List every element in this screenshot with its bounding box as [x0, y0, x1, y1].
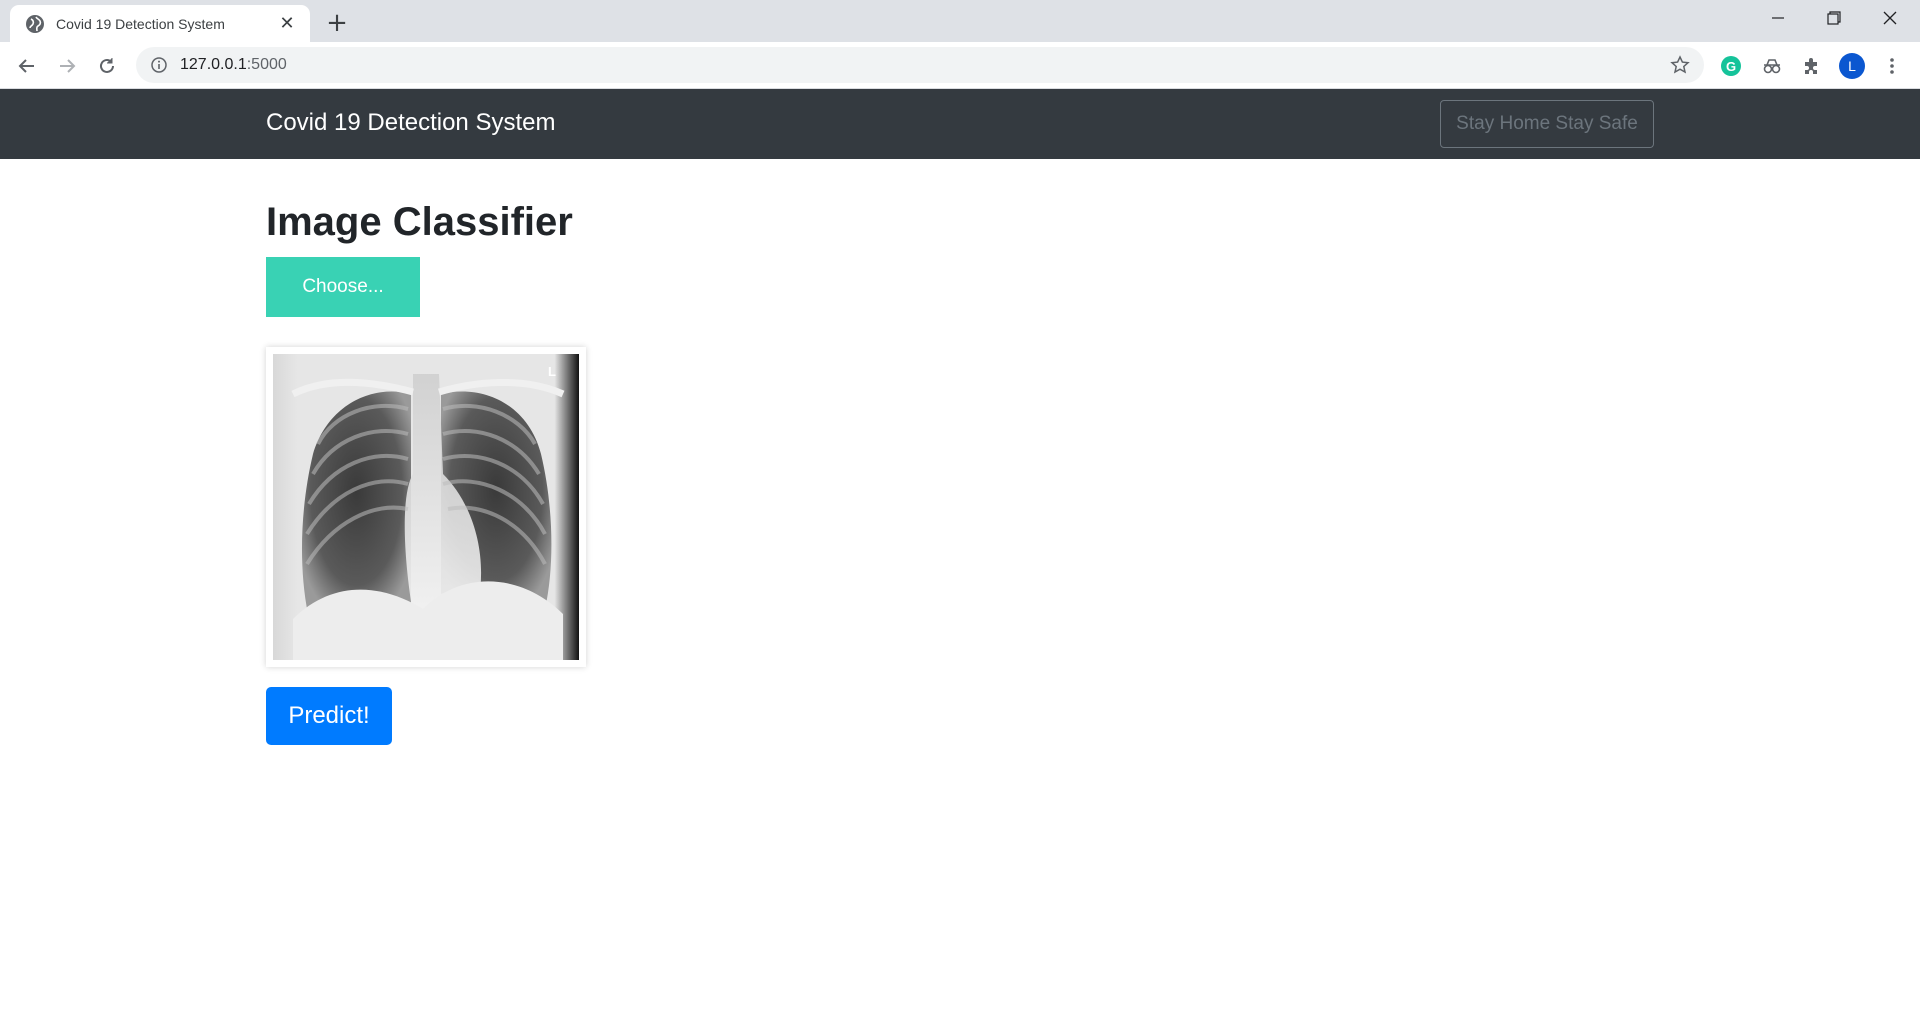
back-icon[interactable]	[11, 50, 43, 82]
predict-button[interactable]: Predict!	[266, 687, 392, 745]
more-menu-icon[interactable]	[1880, 54, 1904, 78]
profile-initial: L	[1848, 58, 1856, 74]
navbar-brand[interactable]: Covid 19 Detection System	[266, 109, 555, 137]
xray-marker: L	[548, 364, 556, 379]
profile-avatar[interactable]: L	[1839, 53, 1865, 79]
browser-tabstrip: Covid 19 Detection System ✕ +	[0, 0, 1920, 42]
grammarly-extension-icon[interactable]: G	[1721, 56, 1741, 76]
incognito-extension-icon[interactable]	[1760, 54, 1784, 78]
grammarly-letter: G	[1725, 58, 1737, 74]
globe-icon	[26, 14, 44, 33]
site-navbar: Covid 19 Detection System Stay Home Stay…	[0, 89, 1920, 159]
forward-icon[interactable]	[51, 50, 83, 82]
image-preview: L	[266, 347, 586, 667]
new-tab-icon[interactable]: +	[322, 8, 352, 38]
stay-home-button[interactable]: Stay Home Stay Safe	[1440, 100, 1654, 148]
bookmark-star-icon[interactable]	[1670, 55, 1690, 75]
url-host: 127.0.0.1	[180, 56, 247, 73]
tab-title: Covid 19 Detection System	[56, 15, 225, 32]
minimize-icon[interactable]	[1750, 0, 1806, 36]
xray-image: L	[273, 354, 579, 660]
extensions-puzzle-icon[interactable]	[1800, 54, 1824, 78]
info-icon[interactable]	[150, 56, 168, 74]
address-bar[interactable]: 127.0.0.1:5000	[136, 47, 1704, 83]
url-port: :5000	[246, 56, 287, 73]
choose-file-button[interactable]: Choose...	[266, 257, 420, 317]
url-text: 127.0.0.1:5000	[180, 56, 287, 74]
page-title: Image Classifier	[266, 200, 573, 244]
reload-icon[interactable]	[91, 50, 123, 82]
restore-icon[interactable]	[1806, 0, 1862, 36]
close-tab-icon[interactable]: ✕	[276, 13, 298, 35]
browser-tab[interactable]: Covid 19 Detection System ✕	[10, 5, 310, 42]
close-window-icon[interactable]	[1862, 0, 1918, 36]
browser-toolbar: 127.0.0.1:5000 G L	[0, 42, 1920, 89]
